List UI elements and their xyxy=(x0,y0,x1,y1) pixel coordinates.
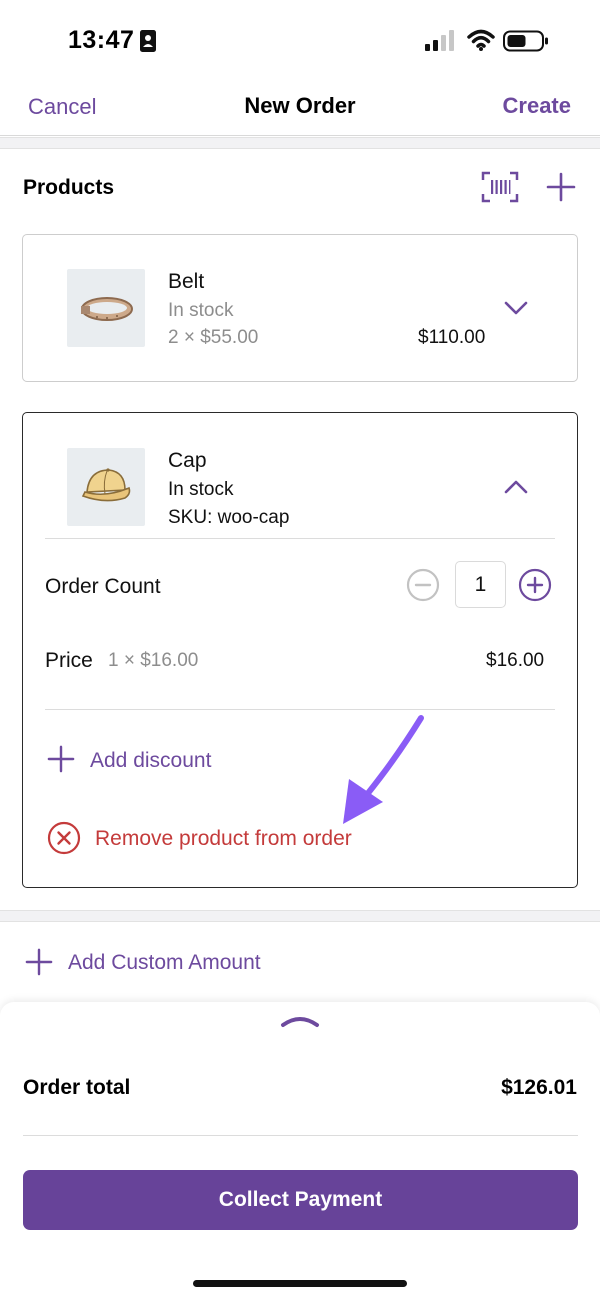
cellular-signal-icon xyxy=(425,30,454,51)
order-count-label: Order Count xyxy=(45,575,161,598)
price-label: Price xyxy=(45,649,93,672)
battery-icon xyxy=(503,30,548,52)
add-discount-link[interactable]: Add discount xyxy=(90,749,211,773)
add-discount-plus-icon[interactable] xyxy=(47,745,75,773)
add-product-plus-icon[interactable] xyxy=(546,172,576,202)
create-button[interactable]: Create xyxy=(503,93,571,119)
add-custom-amount-plus-icon[interactable] xyxy=(25,948,53,976)
bottom-strip xyxy=(0,1252,600,1300)
divider xyxy=(23,1135,578,1136)
price-total: $16.00 xyxy=(486,650,545,671)
plus-circle-icon[interactable] xyxy=(518,568,552,602)
barcode-scan-icon[interactable] xyxy=(481,171,519,203)
remove-product-link[interactable]: Remove product from order xyxy=(95,827,352,851)
status-time: 13:47 xyxy=(68,26,135,54)
cap-image xyxy=(81,468,131,502)
product-thumbnail-belt xyxy=(67,269,145,347)
chevron-down-icon[interactable] xyxy=(504,300,528,316)
divider xyxy=(45,709,555,710)
minus-circle-icon[interactable] xyxy=(406,568,440,602)
stock-status: In stock xyxy=(168,479,234,500)
home-indicator xyxy=(193,1280,407,1287)
product-name: Belt xyxy=(168,270,205,293)
sheet-handle-chevron-up-icon[interactable] xyxy=(280,1013,320,1029)
add-custom-amount-link[interactable]: Add Custom Amount xyxy=(68,951,261,975)
product-thumbnail-cap xyxy=(67,448,145,526)
order-total-value: $126.01 xyxy=(501,1076,577,1099)
stock-status: In stock xyxy=(168,300,234,321)
status-bar: 13:47 xyxy=(0,0,600,80)
quantity-price: 2 × $55.00 xyxy=(168,327,259,348)
divider xyxy=(45,538,555,539)
quantity-input[interactable]: 1 xyxy=(455,561,506,608)
product-sku: SKU: woo-cap xyxy=(168,507,290,528)
product-name: Cap xyxy=(168,449,207,472)
id-card-icon xyxy=(140,30,156,52)
section-separator xyxy=(0,910,600,922)
price-detail: 1 × $16.00 xyxy=(108,650,199,671)
section-separator xyxy=(0,137,600,149)
line-total: $110.00 xyxy=(418,327,486,348)
products-title: Products xyxy=(23,176,115,199)
navigation-bar: Cancel New Order Create xyxy=(0,80,600,136)
wifi-icon xyxy=(467,29,495,51)
belt-image xyxy=(81,297,133,321)
order-total-label: Order total xyxy=(23,1076,131,1099)
collect-payment-button[interactable]: Collect Payment xyxy=(23,1170,578,1230)
chevron-up-icon[interactable] xyxy=(504,479,528,495)
remove-circle-icon[interactable] xyxy=(47,821,81,855)
